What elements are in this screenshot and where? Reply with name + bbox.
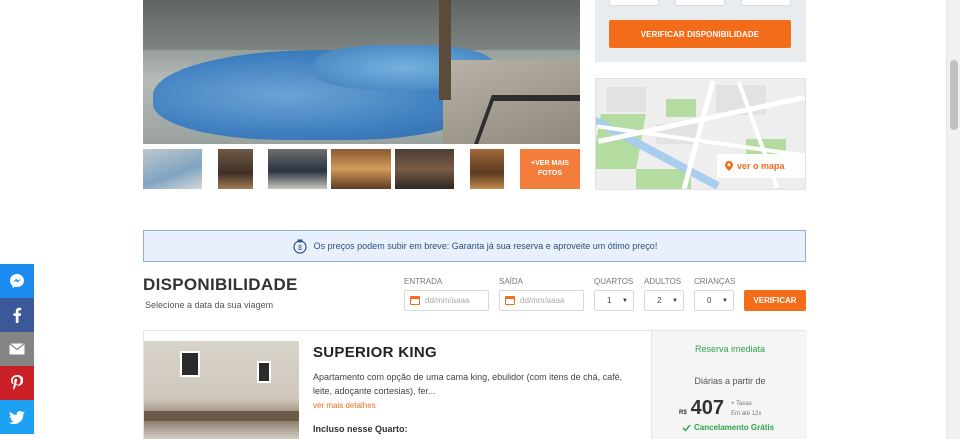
children-value: 0 bbox=[707, 296, 712, 305]
free-cancellation-label: Cancelamento Grátis bbox=[694, 423, 775, 432]
hotel-map[interactable]: ver o mapa bbox=[595, 78, 806, 190]
pinterest-icon bbox=[11, 375, 23, 391]
photo-chair bbox=[474, 95, 580, 144]
check-icon bbox=[682, 424, 691, 432]
notice-text: Os preços podem subir em breve: Garanta … bbox=[313, 241, 658, 251]
checkout-date-field[interactable]: dd/mm/aaaa bbox=[499, 290, 584, 311]
room-included-heading: Incluso nesse Quarto: bbox=[313, 424, 408, 434]
thumbnail-3[interactable] bbox=[268, 149, 327, 189]
checkin-date-field[interactable]: dd/mm/aaaa bbox=[404, 290, 489, 311]
adults-label: ADULTOS bbox=[644, 277, 682, 286]
price-notice-banner: $ Os preços podem subir em breve: Garant… bbox=[143, 230, 806, 262]
map-block bbox=[606, 87, 646, 112]
photo-building bbox=[143, 0, 580, 50]
messenger-icon bbox=[10, 274, 24, 288]
price-currency: R$ bbox=[679, 409, 687, 416]
adults-value: 2 bbox=[657, 296, 662, 305]
svg-text:$: $ bbox=[298, 245, 302, 252]
room-name: SUPERIOR KING bbox=[313, 344, 437, 361]
map-pin-icon bbox=[725, 161, 733, 171]
more-photos-button[interactable]: +VER MAIS FOTOS bbox=[520, 149, 580, 189]
check-availability-button[interactable]: VERIFICAR DISPONIBILIDADE bbox=[609, 20, 791, 48]
booking-guests-field[interactable] bbox=[741, 0, 791, 6]
installments-note: Em até 12x bbox=[731, 410, 762, 417]
availability-subtitle: Selecione a data da sua viagem bbox=[145, 300, 274, 310]
children-select[interactable]: 0 ▼ bbox=[694, 290, 734, 311]
booking-checkout-field[interactable] bbox=[675, 0, 725, 6]
checkout-label: SAÍDA bbox=[499, 277, 524, 286]
scrollbar-thumb[interactable] bbox=[950, 60, 958, 130]
instant-reservation-label: Reserva imediata bbox=[694, 344, 766, 354]
rooms-value: 1 bbox=[607, 296, 612, 305]
page-scrollbar[interactable] bbox=[946, 0, 960, 439]
rooms-label: QUARTOS bbox=[594, 277, 634, 286]
booking-checkin-field[interactable] bbox=[609, 0, 659, 6]
room-photo-counter bbox=[144, 411, 299, 421]
adults-select[interactable]: 2 ▼ bbox=[644, 290, 684, 311]
price-amount: 407 bbox=[690, 397, 725, 419]
facebook-share-button[interactable] bbox=[0, 298, 34, 332]
map-park bbox=[666, 99, 696, 117]
envelope-icon bbox=[9, 343, 25, 355]
price-notes: + Taxas Em até 12x bbox=[731, 399, 761, 419]
checkin-placeholder: dd/mm/aaaa bbox=[425, 296, 470, 305]
photo-thumbnails: +VER MAIS FOTOS bbox=[143, 149, 580, 189]
calendar-icon bbox=[410, 296, 420, 305]
room-photo-frame bbox=[257, 361, 271, 383]
children-label: CRIANÇAS bbox=[694, 277, 736, 286]
room-description: Apartamento com opção de uma cama king, … bbox=[313, 372, 623, 396]
photo-palm bbox=[439, 0, 451, 100]
room-photo[interactable] bbox=[144, 341, 299, 439]
room-photo-frame bbox=[180, 351, 200, 377]
checkout-placeholder: dd/mm/aaaa bbox=[520, 296, 565, 305]
see-map-button[interactable]: ver o mapa bbox=[717, 154, 805, 178]
taxes-note: + Taxas bbox=[731, 400, 752, 407]
room-card: SUPERIOR KING Apartamento com opção de u… bbox=[143, 330, 807, 439]
email-share-button[interactable] bbox=[0, 332, 34, 366]
chevron-down-icon: ▼ bbox=[672, 297, 678, 304]
messenger-share-button[interactable] bbox=[0, 264, 34, 298]
chevron-down-icon: ▼ bbox=[722, 297, 728, 304]
thumbnail-2[interactable] bbox=[218, 149, 253, 189]
more-photos-label: +VER MAIS FOTOS bbox=[531, 160, 569, 177]
checkin-label: ENTRADA bbox=[404, 277, 443, 286]
money-bag-icon: $ bbox=[293, 239, 307, 254]
price-row: R$ 407 + Taxas Em até 12x bbox=[679, 397, 761, 420]
room-more-details-link[interactable]: ver mais detalhes bbox=[313, 401, 376, 410]
pinterest-share-button[interactable] bbox=[0, 366, 34, 400]
thumbnail-6[interactable] bbox=[470, 149, 504, 189]
availability-title: DISPONIBILIDADE bbox=[143, 275, 298, 294]
price-panel: Reserva imediata Diárias a partir de R$ … bbox=[651, 331, 807, 439]
booking-box: VERIFICAR DISPONIBILIDADE bbox=[595, 0, 806, 62]
facebook-icon bbox=[13, 307, 22, 323]
thumbnail-1[interactable] bbox=[143, 149, 202, 189]
twitter-icon bbox=[9, 410, 25, 424]
twitter-share-button[interactable] bbox=[0, 400, 34, 434]
hotel-main-photo[interactable] bbox=[143, 0, 580, 144]
thumbnail-4[interactable] bbox=[331, 149, 391, 189]
social-share-bar bbox=[0, 264, 34, 434]
calendar-icon bbox=[505, 296, 515, 305]
free-cancellation: Cancelamento Grátis bbox=[682, 423, 774, 432]
price-from-label: Diárias a partir de bbox=[694, 376, 766, 386]
thumbnail-5[interactable] bbox=[395, 149, 454, 189]
rooms-select[interactable]: 1 ▼ bbox=[594, 290, 634, 311]
chevron-down-icon: ▼ bbox=[622, 297, 628, 304]
see-map-label: ver o mapa bbox=[737, 161, 785, 171]
verify-button[interactable]: VERIFICAR bbox=[744, 290, 806, 311]
